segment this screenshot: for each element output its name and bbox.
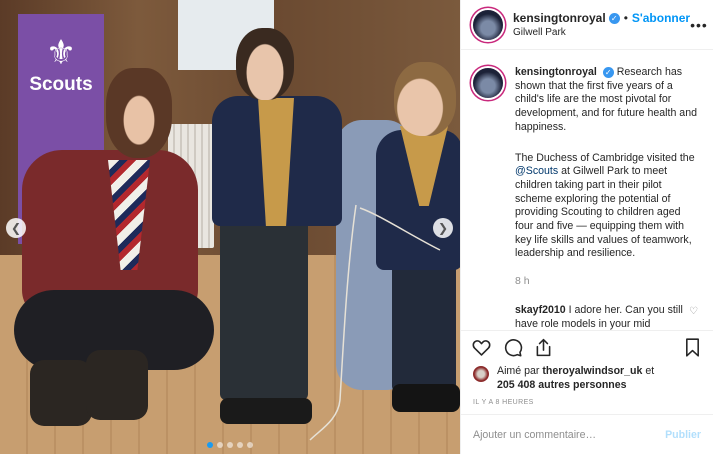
location-link[interactable]: Gilwell Park bbox=[513, 27, 690, 38]
publish-button[interactable]: Publier bbox=[665, 429, 701, 441]
avatar[interactable] bbox=[473, 9, 503, 40]
separator: • bbox=[623, 11, 628, 25]
follow-button[interactable]: S'abonner bbox=[632, 11, 690, 25]
likes-summary: Aimé par theroyalwindsor_uk et 205 408 a… bbox=[461, 364, 713, 392]
string-line bbox=[309, 204, 441, 441]
likes-count[interactable]: 205 408 autres personnes bbox=[497, 379, 627, 391]
comment-username[interactable]: skayf2010 bbox=[515, 304, 566, 316]
carousel-dot bbox=[237, 442, 243, 448]
caption-para2-before: The Duchess of Cambridge visited the bbox=[515, 151, 695, 164]
carousel-dot bbox=[207, 442, 213, 448]
post-header: kensingtonroyal ✓ • S'abonner Gilwell Pa… bbox=[461, 0, 713, 50]
carousel-dot bbox=[227, 442, 233, 448]
comment-bubble-icon[interactable] bbox=[502, 337, 523, 358]
bookmark-icon[interactable] bbox=[682, 337, 703, 358]
carousel-next-button[interactable]: ❯ bbox=[433, 218, 453, 238]
avatar[interactable] bbox=[473, 366, 489, 382]
carousel-indicator bbox=[0, 442, 460, 448]
carousel-dot bbox=[247, 442, 253, 448]
likes-prefix: Aimé par bbox=[497, 365, 543, 377]
post-side-panel: kensingtonroyal ✓ • S'abonner Gilwell Pa… bbox=[460, 0, 713, 454]
avatar[interactable] bbox=[473, 68, 503, 98]
heart-icon[interactable]: ♡ bbox=[689, 306, 701, 317]
caption-para2-after: at Gilwell Park to meet children taking … bbox=[515, 165, 692, 260]
post-photo[interactable]: ⚜ Scouts ❮ ❯ bbox=[0, 0, 460, 454]
add-comment-bar: Publier bbox=[461, 414, 713, 454]
verified-badge-icon: ✓ bbox=[602, 67, 614, 78]
likes-text[interactable]: Aimé par theroyalwindsor_uk et 205 408 a… bbox=[497, 364, 654, 392]
likes-user[interactable]: theroyalwindsor_uk bbox=[542, 365, 642, 377]
caption-username[interactable]: kensingtonroyal bbox=[515, 66, 597, 78]
header-text: kensingtonroyal ✓ • S'abonner Gilwell Pa… bbox=[513, 11, 690, 38]
header-line: kensingtonroyal ✓ • S'abonner bbox=[513, 11, 690, 25]
carousel-prev-button[interactable]: ❮ bbox=[6, 218, 26, 238]
caption-para-2: The Duchess of Cambridge visited the @Sc… bbox=[515, 152, 701, 262]
comment-item: skayf2010 I adore her. Can you still hav… bbox=[473, 304, 701, 330]
post-timestamp[interactable]: IL Y A 8 HEURES bbox=[461, 392, 713, 414]
more-dots-icon[interactable]: ••• bbox=[690, 17, 708, 33]
verified-badge-icon: ✓ bbox=[608, 12, 620, 24]
mention-link[interactable]: @Scouts bbox=[515, 165, 558, 177]
username-link[interactable]: kensingtonroyal bbox=[513, 11, 606, 25]
caption-para-1: kensingtonroyal ✓ Research has shown tha… bbox=[515, 66, 701, 135]
caption-time[interactable]: 8 h bbox=[515, 275, 701, 289]
comments-section: kensingtonroyal ✓ Research has shown tha… bbox=[461, 50, 713, 330]
share-icon[interactable] bbox=[533, 337, 554, 358]
likes-middle: et bbox=[642, 365, 655, 377]
comment-text: skayf2010 I adore her. Can you still hav… bbox=[473, 304, 689, 330]
action-bar bbox=[461, 330, 713, 364]
instagram-post: ⚜ Scouts ❮ ❯ kensingtonroyal ✓ • S'abonn… bbox=[0, 0, 713, 454]
comment-input[interactable] bbox=[473, 428, 666, 441]
heart-icon[interactable] bbox=[471, 337, 492, 358]
caption-text: kensingtonroyal ✓ Research has shown tha… bbox=[515, 66, 701, 289]
caption-block: kensingtonroyal ✓ Research has shown tha… bbox=[473, 66, 701, 289]
carousel-dot bbox=[217, 442, 223, 448]
